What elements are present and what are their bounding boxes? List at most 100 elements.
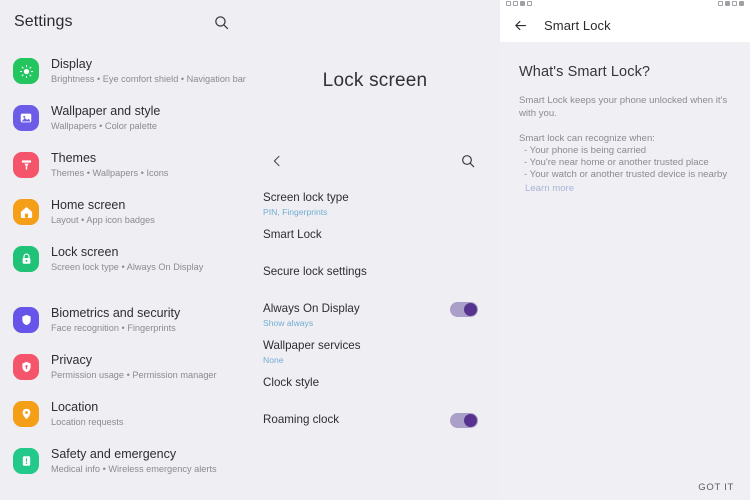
sidebar-item-themes[interactable]: Themes Themes • Wallpapers • Icons — [0, 142, 250, 189]
app-screen: Settings Display Brightness • Eye comfort… — [0, 0, 750, 500]
sidebar-item-subtitle: Layout • App icon badges — [51, 215, 155, 225]
dialog-paragraph: Smart Lock keeps your phone unlocked whe… — [519, 95, 728, 119]
dialog-heading: What's Smart Lock? — [519, 64, 651, 80]
lock-row-label: Smart Lock — [263, 228, 322, 241]
lock-screen-panel: Lock screen Screen lock type PIN, Fingerp… — [250, 0, 500, 500]
sidebar-item-display[interactable]: Display Brightness • Eye comfort shield •… — [0, 48, 250, 95]
status-bar-left-icons — [506, 1, 532, 6]
sidebar-item-texts: Location Location requests — [51, 400, 124, 429]
dialog-bullet: - You're near home or another trusted pl… — [524, 157, 709, 168]
sidebar-item-subtitle: Themes • Wallpapers • Icons — [51, 168, 169, 178]
learn-more-link[interactable]: Learn more — [519, 182, 732, 195]
location-pin-icon — [13, 401, 39, 427]
sidebar-item-texts: Privacy Permission usage • Permission man… — [51, 353, 217, 382]
sidebar-item-biometrics-and-security[interactable]: Biometrics and security Face recognition … — [0, 297, 250, 344]
sidebar-item-label: Display — [51, 57, 92, 71]
shield-icon — [13, 307, 39, 333]
sidebar-list: Display Brightness • Eye comfort shield •… — [0, 44, 250, 500]
sidebar-item-texts: Safety and emergency Medical info • Wirel… — [51, 447, 217, 476]
home-icon — [13, 199, 39, 225]
sidebar-item-label: Lock screen — [51, 245, 119, 259]
sidebar-item-label: Themes — [51, 151, 97, 165]
dialog-bullet-list: - Your phone is being carried - You're ne… — [519, 145, 732, 181]
sidebar-item-texts: Home screen Layout • App icon badges — [51, 198, 155, 227]
lock-row-texts: Roaming clock — [263, 410, 339, 427]
sidebar-item-texts: Wallpaper and style Wallpapers • Color pa… — [51, 104, 160, 133]
lock-row-label: Always On Display — [263, 302, 360, 315]
sidebar-item-subtitle: Screen lock type • Always On Display — [51, 262, 204, 272]
lock-icon — [13, 246, 39, 272]
sidebar-item-home-screen[interactable]: Home screen Layout • App icon badges — [0, 189, 250, 236]
lock-row-texts: Clock style — [263, 373, 319, 390]
sidebar-item-location[interactable]: Location Location requests — [0, 391, 250, 438]
lock-row-label: Clock style — [263, 376, 320, 389]
sidebar-item-label: Safety and emergency — [51, 447, 177, 461]
lock-row-wallpaper-services[interactable]: Wallpaper services None — [250, 336, 500, 373]
dialog-bullet: - Your watch or another trusted device i… — [524, 169, 728, 180]
lock-row-texts: Wallpaper services None — [263, 336, 361, 366]
lock-row-label: Wallpaper services — [263, 339, 361, 352]
sidebar-item-subtitle: Medical info • Wireless emergency alerts — [51, 464, 217, 474]
sidebar-item-subtitle: Location requests — [51, 417, 124, 427]
search-icon[interactable] — [457, 150, 479, 172]
toggle-knob — [464, 303, 477, 316]
smart-lock-body: What's Smart Lock? Smart Lock keeps your… — [500, 42, 750, 195]
lock-row-roaming-clock[interactable]: Roaming clock — [250, 410, 500, 447]
sidebar-item-label: Biometrics and security — [51, 306, 181, 320]
toggle-switch[interactable] — [450, 302, 478, 317]
sidebar-item-label: Home screen — [51, 198, 126, 212]
sidebar-header: Settings — [0, 0, 250, 44]
lock-row-texts: Smart Lock — [263, 225, 322, 242]
got-it-button[interactable]: GOT IT — [698, 482, 734, 493]
privacy-lock-icon — [13, 354, 39, 380]
lock-row-label: Roaming clock — [263, 413, 340, 426]
lock-row-always-on-display[interactable]: Always On Display Show always — [250, 299, 500, 336]
dialog-bullet: - Your phone is being carried — [524, 145, 647, 156]
lock-row-smart-lock[interactable]: Smart Lock — [250, 225, 500, 262]
sidebar-item-subtitle: Permission usage • Permission manager — [51, 370, 217, 380]
lock-row-subtitle: PIN, Fingerprints — [263, 207, 328, 217]
sidebar-item-texts: Display Brightness • Eye comfort shield •… — [51, 57, 246, 86]
toggle-switch[interactable] — [450, 413, 478, 428]
sidebar-item-label: Wallpaper and style — [51, 104, 161, 118]
search-icon[interactable] — [210, 11, 232, 33]
lock-row-subtitle: None — [263, 355, 284, 365]
lock-row-label: Secure lock settings — [263, 265, 367, 278]
brightness-icon — [13, 58, 39, 84]
toggle-knob — [464, 414, 477, 427]
page-title: Settings — [14, 13, 73, 30]
smart-lock-title: Smart Lock — [544, 18, 611, 33]
sidebar-item-privacy[interactable]: Privacy Permission usage • Permission man… — [0, 344, 250, 391]
back-arrow-icon[interactable] — [512, 18, 528, 34]
smart-lock-appbar: Smart Lock — [500, 9, 750, 42]
sidebar-item-texts: Biometrics and security Face recognition … — [51, 306, 180, 335]
lock-screen-list: Screen lock type PIN, Fingerprints Smart L… — [250, 178, 500, 447]
chevron-left-icon[interactable] — [266, 150, 288, 172]
lock-screen-toolbar — [250, 144, 500, 178]
lock-row-screen-lock-type[interactable]: Screen lock type PIN, Fingerprints — [250, 188, 500, 225]
lock-row-secure-lock-settings[interactable]: Secure lock settings — [250, 262, 500, 299]
themes-icon — [13, 152, 39, 178]
lock-row-label: Screen lock type — [263, 191, 349, 204]
lock-row-texts: Always On Display Show always — [263, 299, 360, 329]
image-icon — [13, 105, 39, 131]
dialog-list-heading: Smart lock can recognize when: — [519, 133, 655, 144]
sidebar-item-subtitle: Wallpapers • Color palette — [51, 121, 158, 131]
sidebar-item-lock-screen[interactable]: Lock screen Screen lock type • Always On … — [0, 236, 250, 283]
smart-lock-panel: Smart Lock What's Smart Lock? Smart Lock… — [500, 0, 750, 500]
settings-sidebar: Settings Display Brightness • Eye comfort… — [0, 0, 250, 500]
sidebar-item-wallpaper-and-style[interactable]: Wallpaper and style Wallpapers • Color pa… — [0, 95, 250, 142]
lock-row-clock-style[interactable]: Clock style — [250, 373, 500, 410]
sidebar-item-texts: Lock screen Screen lock type • Always On … — [51, 245, 203, 274]
lock-screen-title: Lock screen — [322, 70, 428, 91]
lock-row-texts: Screen lock type PIN, Fingerprints — [263, 188, 349, 218]
sidebar-item-safety-and-emergency[interactable]: Safety and emergency Medical info • Wirel… — [0, 438, 250, 485]
sidebar-item-texts: Themes Themes • Wallpapers • Icons — [51, 151, 168, 180]
status-bar — [500, 0, 750, 9]
sidebar-item-subtitle: Face recognition • Fingerprints — [51, 323, 176, 333]
lock-row-texts: Secure lock settings — [263, 262, 367, 279]
sidebar-item-label: Privacy — [51, 353, 92, 367]
status-bar-right-icons — [718, 1, 744, 6]
sidebar-item-subtitle: Brightness • Eye comfort shield • Naviga… — [51, 74, 246, 84]
sidebar-item-label: Location — [51, 400, 99, 414]
